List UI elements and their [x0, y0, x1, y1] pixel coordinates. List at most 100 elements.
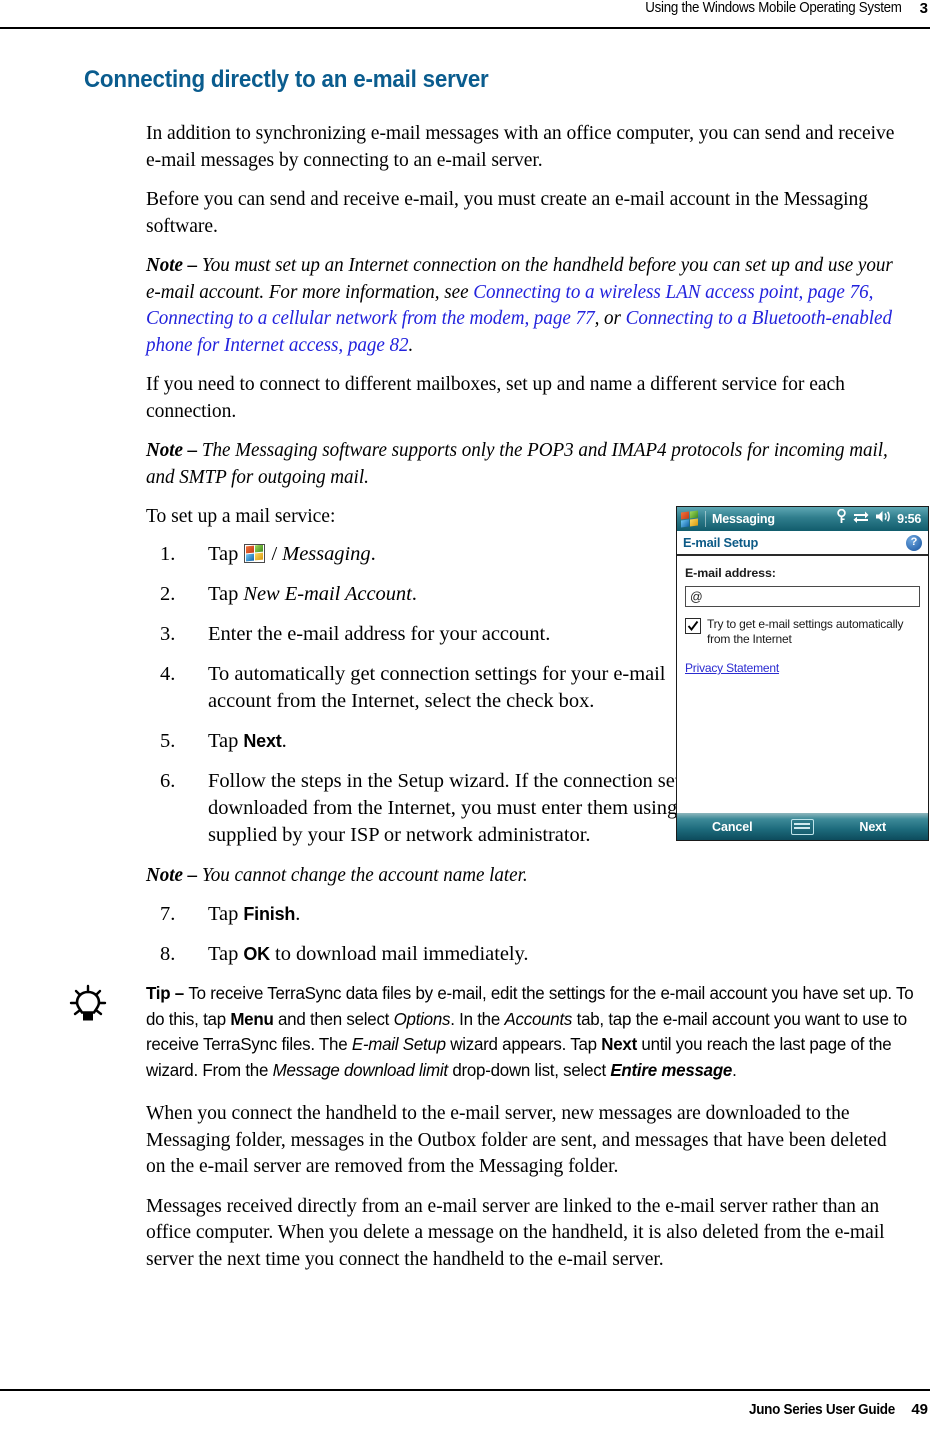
- tip-italic-message-download-limit: Message download limit: [272, 1059, 449, 1080]
- step-number-4: 4.: [160, 662, 176, 685]
- step-7-pre: Tap: [208, 903, 244, 925]
- tip-lead-label: Tip –: [146, 983, 189, 1003]
- device-start-icon[interactable]: [681, 510, 700, 528]
- step-item-8: 8. Tap OK to download mail immediately.: [146, 941, 930, 968]
- key-icon[interactable]: [836, 508, 847, 529]
- device-cancel-softkey[interactable]: Cancel: [677, 820, 788, 834]
- note-lead-label-2: Note –: [146, 439, 202, 461]
- device-auto-settings-label: Try to get e-mail settings automatically…: [707, 617, 904, 646]
- tip-bold-menu: Menu: [230, 1008, 274, 1029]
- running-header-chapter-number: 3: [919, 0, 928, 17]
- paragraph-before-send: Before you can send and receive e-mail, …: [146, 188, 868, 237]
- step-1-tail: .: [370, 542, 376, 565]
- help-icon[interactable]: ?: [906, 534, 922, 551]
- keyboard-icon[interactable]: [788, 818, 818, 835]
- step-item-7: 7. Tap Finish.: [146, 901, 930, 928]
- step-2-post-italic: New E-mail Account: [243, 582, 412, 605]
- step-number-5: 5.: [160, 729, 176, 752]
- footer-guide-title: Juno Series User Guide: [749, 1402, 896, 1418]
- step-8-tail: to download mail immediately.: [269, 943, 529, 965]
- windows-start-icon: [244, 543, 266, 563]
- note-account-name: Note – You cannot change the account nam…: [146, 862, 895, 889]
- running-header-title: Using the Windows Mobile Operating Syste…: [645, 0, 902, 16]
- xref-wireless-lan[interactable]: Connecting to a wireless LAN access poin…: [473, 281, 868, 303]
- device-privacy-statement-link[interactable]: Privacy Statement: [685, 661, 779, 675]
- device-screen-title: E-mail Setup: [683, 535, 759, 550]
- setup-steps-list-continued: 7. Tap Finish. 8. Tap OK to download mail …: [146, 901, 930, 968]
- device-next-softkey[interactable]: Next: [818, 820, 929, 834]
- note-lead-label: Note –: [146, 254, 202, 276]
- step-2-tail: .: [411, 582, 417, 605]
- step-3-text: Enter the e-mail address for your accoun…: [208, 622, 551, 645]
- paragraph-messages-received: Messages received directly from an e-mai…: [146, 1194, 885, 1270]
- note1-end: .: [408, 333, 414, 356]
- device-screenshot: Messaging 9:56 E-mail Setup ? E-mail add…: [676, 506, 929, 841]
- step-number-2: 2.: [160, 582, 176, 605]
- step-number-8: 8.: [160, 943, 176, 965]
- step-number-7: 7.: [160, 903, 176, 925]
- device-screen-title-bar: E-mail Setup ?: [677, 531, 928, 556]
- footer-divider-rule: [0, 1389, 930, 1391]
- tip-text-2: and then select: [273, 1008, 394, 1029]
- device-title-separator: [705, 511, 706, 527]
- step-item-4: 4. To automatically get connection settin…: [146, 661, 676, 715]
- note-lead-label-3: Note –: [146, 863, 202, 886]
- step-2-pre: Tap: [208, 582, 244, 605]
- header-divider-rule: [0, 27, 930, 29]
- step-1-post-italic: Messaging: [282, 542, 371, 565]
- step-1-post-plain: /: [266, 542, 283, 565]
- page-running-header: Using the Windows Mobile Operating Syste…: [0, 0, 930, 30]
- note-internet-connection: Note – You must set up an Internet conne…: [146, 252, 895, 358]
- tip-bolditalic-entire-message: Entire message: [610, 1059, 733, 1080]
- device-auto-settings-checkbox-row[interactable]: Try to get e-mail settings automatically…: [685, 617, 920, 647]
- step-number-6: 6.: [160, 769, 176, 792]
- step-number-3: 3.: [160, 622, 176, 645]
- device-soft-key-bar: Cancel Next: [677, 813, 928, 840]
- body-column-closing: When you connect the handheld to the e-m…: [146, 1100, 930, 1272]
- step-8-pre: Tap: [208, 943, 244, 965]
- step-number-1: 1.: [160, 542, 176, 565]
- xref-sep-1: ,: [868, 280, 874, 303]
- paragraph-different-mailboxes: If you need to connect to different mail…: [146, 373, 845, 422]
- step-7-ui-label: Finish: [243, 904, 296, 924]
- section-heading: Connecting directly to an e-mail server: [84, 66, 489, 93]
- tip-block: Tip – To receive TerraSync data files by…: [69, 981, 930, 1083]
- tip-paragraph: Tip – To receive TerraSync data files by…: [146, 981, 918, 1083]
- tip-italic-options: Options: [393, 1008, 451, 1029]
- device-email-address-label: E-mail address:: [685, 566, 776, 580]
- tip-italic-email-setup: E-mail Setup: [351, 1034, 446, 1054]
- step-5-tail: .: [281, 729, 287, 752]
- device-clock: 9:56: [897, 512, 921, 526]
- tip-text-5: wizard appears. Tap: [445, 1034, 602, 1054]
- footer-text-group: Juno Series User Guide 49: [738, 1401, 928, 1418]
- device-title-bar: Messaging 9:56: [677, 507, 928, 531]
- device-email-address-input[interactable]: @: [685, 586, 920, 607]
- device-auto-settings-checkbox[interactable]: [685, 618, 701, 634]
- xref-sep-2: , or: [594, 307, 626, 329]
- device-email-address-value: @: [690, 589, 703, 604]
- step-7-tail: .: [295, 903, 301, 925]
- note-protocols: Note – The Messaging software supports o…: [146, 437, 895, 490]
- note2-text: The Messaging software supports only the…: [146, 439, 888, 488]
- xref-cellular-network[interactable]: Connecting to a cellular network from th…: [146, 307, 595, 329]
- lightbulb-icon: [66, 983, 110, 1027]
- tip-text-7: drop-down list, select: [447, 1059, 611, 1080]
- step-5-pre: Tap: [208, 729, 244, 752]
- device-screen-body: E-mail address: @ Try to get e-mail sett…: [677, 556, 928, 813]
- step-4-text: To automatically get connection settings…: [208, 662, 666, 712]
- volume-icon[interactable]: [875, 510, 891, 528]
- tip-text-3: . In the: [450, 1008, 505, 1029]
- page-running-footer: Juno Series User Guide 49: [0, 1389, 930, 1431]
- note3-text: You cannot change the account name later…: [201, 863, 528, 886]
- paragraph-intro: In addition to synchronizing e-mail mess…: [146, 122, 895, 171]
- tip-italic-accounts: Accounts: [504, 1008, 573, 1029]
- paragraph-when-connect: When you connect the handheld to the e-m…: [146, 1102, 887, 1177]
- tip-text-8: .: [732, 1059, 737, 1080]
- step-8-ui-label: OK: [243, 944, 270, 964]
- step-1-pre: Tap: [208, 542, 244, 565]
- tip-bold-next: Next: [601, 1034, 637, 1054]
- device-app-title: Messaging: [712, 512, 775, 526]
- step-5-ui-label: Next: [243, 730, 282, 751]
- sync-icon[interactable]: [853, 510, 869, 528]
- footer-page-number: 49: [911, 1401, 928, 1418]
